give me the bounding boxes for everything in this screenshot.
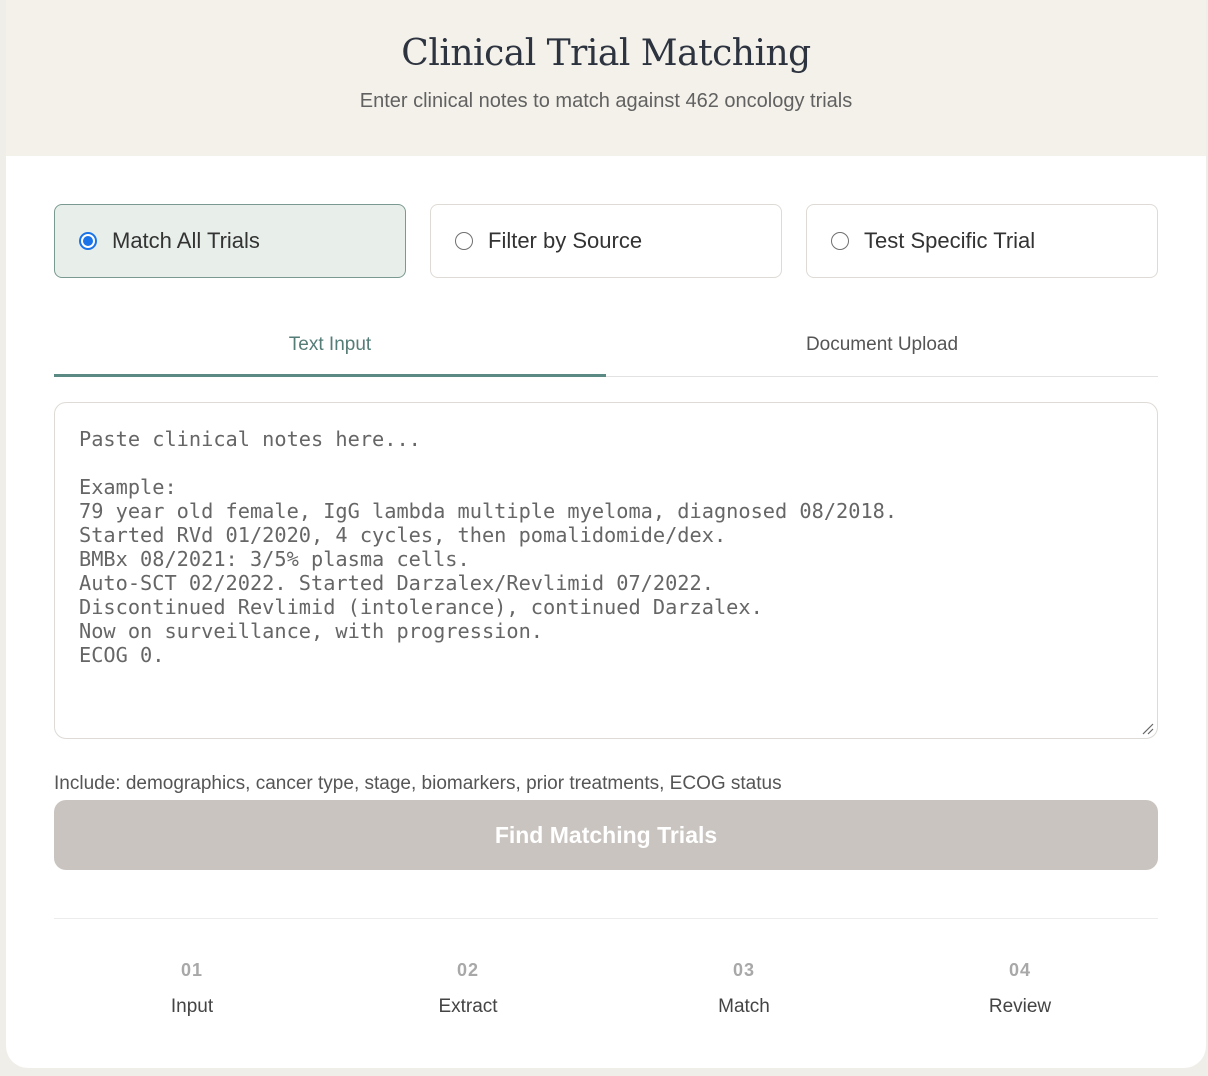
main-card: Clinical Trial Matching Enter clinical n… (6, 0, 1206, 1068)
step-number: 01 (180, 960, 204, 980)
radio-button[interactable] (455, 232, 473, 250)
step-label: Input (170, 996, 214, 1017)
workflow-steps: 01 Input 02 Extract 03 Match 04 Review (54, 959, 1158, 1018)
step-label: Match (718, 996, 770, 1017)
resize-grip-icon[interactable] (1140, 721, 1154, 735)
mode-option-label: Test Specific Trial (864, 228, 1036, 253)
page-title: Clinical Trial Matching (401, 33, 811, 74)
divider (54, 918, 1158, 919)
step-number: 04 (1008, 960, 1032, 980)
step-number: 02 (456, 960, 480, 980)
step-extract: 02 Extract (330, 959, 606, 1018)
step-number: 03 (732, 960, 756, 980)
step-match: 03 Match (606, 959, 882, 1018)
tab-text-input[interactable]: Text Input (54, 304, 606, 377)
find-matching-trials-button[interactable]: Find Matching Trials (54, 800, 1158, 870)
mode-option-label: Filter by Source (488, 228, 643, 253)
input-tabs: Text Input Document Upload (54, 304, 1158, 377)
step-review: 04 Review (882, 959, 1158, 1018)
page-body: Match All Trials Filter by Source Test S… (6, 204, 1206, 1018)
step-label: Review (988, 996, 1052, 1017)
radio-button[interactable] (831, 232, 849, 250)
tab-document-upload[interactable]: Document Upload (606, 304, 1158, 376)
page-header: Clinical Trial Matching Enter clinical n… (6, 0, 1206, 156)
radio-button-checked[interactable] (79, 232, 97, 250)
page-subtitle: Enter clinical notes to match against 46… (359, 90, 853, 112)
input-hint: Include: demographics, cancer type, stag… (54, 773, 782, 794)
mode-option-test-specific-trial[interactable]: Test Specific Trial (806, 204, 1158, 278)
clinical-notes-textarea[interactable]: Paste clinical notes here... Example: 79… (54, 402, 1158, 739)
mode-option-match-all[interactable]: Match All Trials (54, 204, 406, 278)
mode-option-label: Match All Trials (112, 228, 260, 253)
step-label: Extract (438, 996, 498, 1017)
mode-option-filter-by-source[interactable]: Filter by Source (430, 204, 782, 278)
match-mode-selector: Match All Trials Filter by Source Test S… (54, 204, 1158, 278)
step-input: 01 Input (54, 959, 330, 1018)
